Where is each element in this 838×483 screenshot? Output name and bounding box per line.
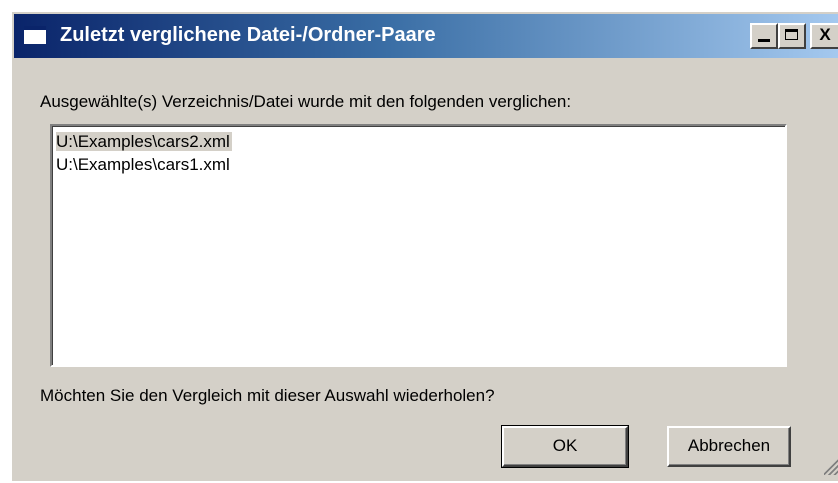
comparison-list[interactable]: U:\Examples\cars2.xml U:\Examples\cars1.… xyxy=(50,124,787,367)
ok-button[interactable]: OK xyxy=(501,425,629,468)
maximize-button[interactable] xyxy=(778,23,806,49)
dialog-window: Zuletzt verglichene Datei-/Ordner-Paare … xyxy=(10,10,838,481)
window-icon xyxy=(24,26,46,44)
maximize-icon xyxy=(785,29,798,40)
list-item[interactable]: U:\Examples\cars1.xml xyxy=(56,153,785,176)
list-item-label: U:\Examples\cars1.xml xyxy=(56,155,230,174)
prompt-label: Ausgewählte(s) Verzeichnis/Datei wurde m… xyxy=(40,92,572,111)
list-item[interactable]: U:\Examples\cars2.xml xyxy=(56,130,785,153)
cancel-button[interactable]: Abbrechen xyxy=(667,426,791,467)
window-title: Zuletzt verglichene Datei-/Ordner-Paare xyxy=(60,24,436,46)
minimize-button[interactable] xyxy=(750,23,778,49)
close-button[interactable]: X xyxy=(810,23,838,49)
resize-grip-icon[interactable] xyxy=(824,459,838,475)
question-label: Möchten Sie den Vergleich mit dieser Aus… xyxy=(40,386,495,405)
close-icon: X xyxy=(819,25,831,44)
list-item-label: U:\Examples\cars2.xml xyxy=(56,132,232,151)
minimize-icon xyxy=(758,39,770,42)
title-bar[interactable]: Zuletzt verglichene Datei-/Ordner-Paare … xyxy=(14,14,838,58)
